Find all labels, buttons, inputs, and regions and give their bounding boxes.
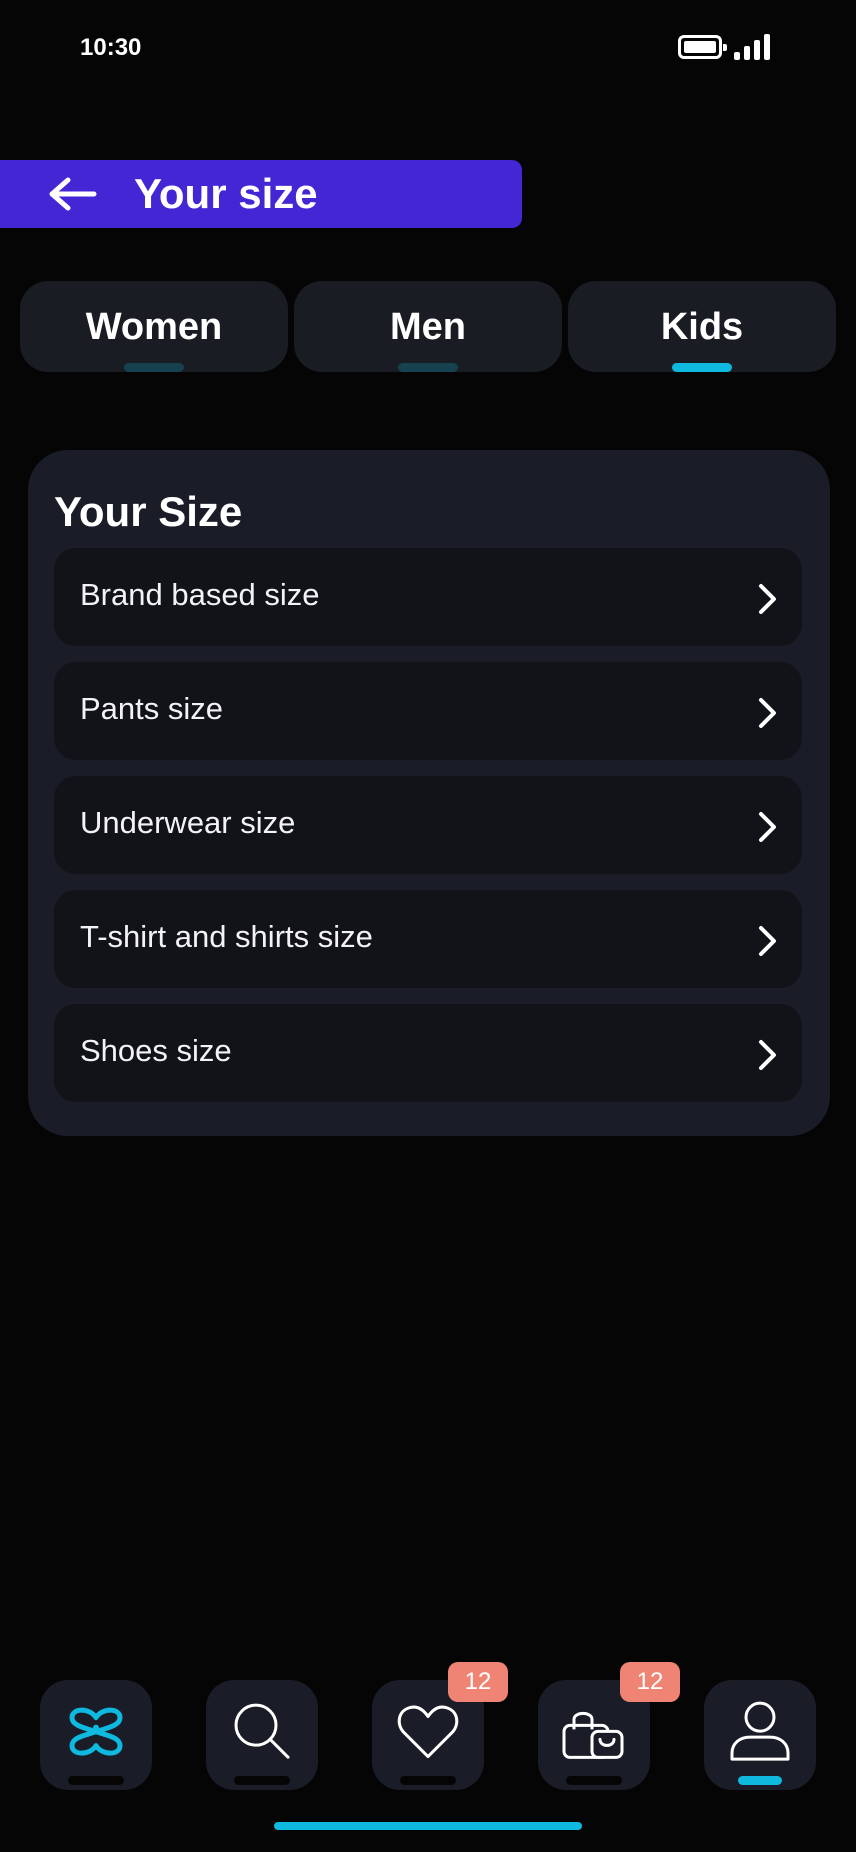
row-shoes-size[interactable]: Shoes size xyxy=(54,1004,802,1102)
home-indicator xyxy=(274,1822,582,1830)
nav-indicator xyxy=(566,1776,622,1785)
chevron-right-icon xyxy=(759,926,776,956)
chevron-right-icon xyxy=(759,1040,776,1070)
tab-label: Women xyxy=(85,306,223,348)
brand-logo-icon xyxy=(69,1707,123,1756)
shopping-bag-icon xyxy=(562,1711,624,1759)
tab-label: Kids xyxy=(660,306,744,348)
nav-indicator-active xyxy=(738,1776,782,1785)
row-pants-size[interactable]: Pants size xyxy=(54,662,802,760)
favorites-count-badge: 12 xyxy=(448,1662,508,1702)
status-time: 10:30 xyxy=(80,34,142,61)
bag-count-badge: 12 xyxy=(620,1662,680,1702)
tab-women[interactable]: Women xyxy=(20,281,288,372)
row-label: Underwear size xyxy=(80,805,296,840)
row-brand-based-size[interactable]: Brand based size xyxy=(54,548,802,646)
chevron-right-icon xyxy=(759,812,776,842)
row-label: Shoes size xyxy=(80,1033,232,1068)
heart-icon xyxy=(397,1705,459,1759)
row-tshirt-shirts-size[interactable]: T-shirt and shirts size xyxy=(54,890,802,988)
row-label: Brand based size xyxy=(80,577,320,612)
nav-indicator xyxy=(234,1776,290,1785)
row-underwear-size[interactable]: Underwear size xyxy=(54,776,802,874)
signal-icon xyxy=(734,34,770,60)
profile-icon xyxy=(730,1701,790,1761)
nav-indicator xyxy=(400,1776,456,1785)
row-label: T-shirt and shirts size xyxy=(80,919,373,954)
tab-indicator xyxy=(124,363,184,372)
battery-icon xyxy=(678,35,727,59)
card-title: Your Size xyxy=(54,488,243,535)
back-button[interactable] xyxy=(42,170,102,218)
tab-kids[interactable]: Kids xyxy=(568,281,836,372)
tab-indicator xyxy=(398,363,458,372)
nav-home[interactable] xyxy=(40,1680,152,1790)
screen: 10:30 Your size Women Men Kids Your Size… xyxy=(0,0,856,1852)
search-icon xyxy=(234,1703,290,1759)
nav-profile[interactable] xyxy=(704,1680,816,1790)
size-card: Your Size Brand based size Pants size Un… xyxy=(28,450,830,1136)
chevron-right-icon xyxy=(759,584,776,614)
tab-indicator-active xyxy=(672,363,732,372)
tab-men[interactable]: Men xyxy=(294,281,562,372)
row-label: Pants size xyxy=(80,691,224,726)
header-bar: Your size xyxy=(0,160,522,228)
page-title: Your size xyxy=(134,170,318,217)
arrow-left-icon xyxy=(49,177,97,211)
chevron-right-icon xyxy=(759,698,776,728)
nav-indicator xyxy=(68,1776,124,1785)
tab-label: Men xyxy=(390,306,466,348)
nav-search[interactable] xyxy=(206,1680,318,1790)
